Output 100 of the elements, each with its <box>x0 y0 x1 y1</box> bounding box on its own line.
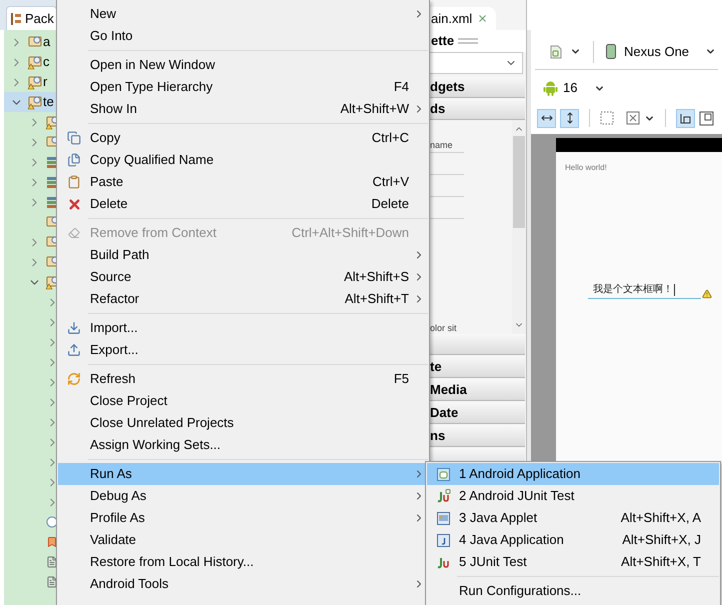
project-warning-icon <box>28 74 42 90</box>
tree-item[interactable]: r <box>4 72 56 92</box>
menu-item[interactable]: Build Path <box>58 244 428 266</box>
close-icon[interactable] <box>477 13 488 24</box>
menu-item[interactable]: Paste Ctrl+V <box>58 171 428 193</box>
import-icon <box>67 321 81 335</box>
refresh-icon <box>67 372 81 386</box>
menu-item[interactable]: Android Tools <box>58 573 428 595</box>
menu-item[interactable]: 5 JUnit Test Alt+Shift+X, T <box>427 551 719 573</box>
menu-item[interactable]: Source Alt+Shift+S <box>58 266 428 288</box>
delete-icon <box>66 196 82 212</box>
shortcut-label: Delete <box>371 195 409 214</box>
menu-item[interactable]: Delete Delete <box>58 193 428 215</box>
fit-height-button[interactable] <box>560 108 579 128</box>
explorer-tab[interactable]: Pack <box>6 6 57 30</box>
palette-section[interactable]: ds <box>430 99 525 120</box>
stack-icon <box>46 176 56 188</box>
shortcut-label: Alt+Shift+W <box>340 100 409 118</box>
eraser-icon <box>68 227 80 239</box>
shortcut-label: Alt+Shift+T <box>344 290 409 308</box>
menu-item[interactable]: Copy Qualified Name <box>58 149 428 171</box>
project-name: te <box>43 93 54 112</box>
menu-item[interactable]: Open Type Hierarchy F4 <box>58 76 428 98</box>
tree-item[interactable]: a <box>4 32 56 52</box>
document-icon[interactable] <box>550 44 562 58</box>
menu-item[interactable]: Open in New Window <box>58 54 428 76</box>
menu-item[interactable]: Refresh F5 <box>58 368 428 390</box>
menu-item[interactable]: Assign Working Sets... <box>58 434 428 456</box>
paste-icon <box>67 175 81 189</box>
stack-icon <box>46 196 56 208</box>
grip-icon <box>458 38 478 44</box>
layout-button[interactable] <box>676 108 695 128</box>
menu-item[interactable]: Export... <box>58 339 428 361</box>
menu-item[interactable]: New <box>58 3 428 25</box>
tree-item[interactable]: c <box>4 52 56 72</box>
shortcut-label: F5 <box>394 370 409 388</box>
tree-item[interactable]: te <box>4 92 56 112</box>
shortcut-label: Alt+Shift+X, J <box>622 531 702 550</box>
palette-section[interactable]: Media <box>430 379 525 401</box>
menu-item[interactable]: Show In Alt+Shift+W <box>58 98 428 120</box>
copy-icon <box>67 153 81 167</box>
app-window-icon <box>436 468 450 480</box>
palette-section[interactable]: Date <box>430 402 525 424</box>
palette-section[interactable]: dgets <box>430 77 525 98</box>
shortcut-label: Alt+Shift+X, T <box>621 553 702 572</box>
file-icon <box>46 576 56 588</box>
project-name: c <box>43 53 50 72</box>
test-icon <box>436 555 450 569</box>
editor-tab[interactable]: ain.xml <box>430 7 496 30</box>
project-name: r <box>43 73 48 92</box>
menu-item[interactable]: Validate <box>58 529 428 551</box>
project-warning-icon <box>28 94 42 110</box>
menu-item[interactable]: Go Into <box>58 25 428 47</box>
warning-icon <box>702 289 712 299</box>
menu-item[interactable]: 2 Android JUnit Test <box>427 485 719 507</box>
menu-item[interactable]: Copy Ctrl+C <box>58 127 428 149</box>
project-name: a <box>43 33 50 52</box>
dotted-square-icon[interactable] <box>600 111 614 125</box>
menu-item[interactable]: 4 Java Application Alt+Shift+X, J <box>427 529 719 551</box>
filter-field[interactable] <box>430 52 523 74</box>
shortcut-label: Ctrl+V <box>372 173 409 192</box>
shortcut-label: F4 <box>394 78 409 96</box>
menu-item[interactable]: Import... <box>58 317 428 339</box>
robot-icon <box>543 80 558 96</box>
applet-icon <box>436 512 450 524</box>
menu-item[interactable]: Refactor Alt+Shift+T <box>58 288 428 310</box>
shortcut-label: Ctrl+C <box>372 129 409 148</box>
menu-item[interactable]: Debug As <box>58 485 428 507</box>
export-icon <box>67 343 81 357</box>
text-field[interactable]: 我是个文本框啊！ <box>588 282 701 299</box>
menu-item[interactable]: 3 Java Applet Alt+Shift+X, A <box>427 507 719 529</box>
menu-item[interactable]: Close Project <box>58 390 428 412</box>
menu-item[interactable]: Run Configurations... <box>427 580 719 602</box>
palette-section[interactable] <box>430 334 525 355</box>
shortcut-label: Alt+Shift+S <box>344 268 409 286</box>
palette-section[interactable]: ns <box>430 425 525 447</box>
bookmark-icon <box>46 536 56 548</box>
shortcut-label: Alt+Shift+X, A <box>620 509 702 528</box>
palette-section[interactable]: te <box>430 356 525 378</box>
project-warning-icon <box>28 54 42 70</box>
stack-icon <box>46 156 56 168</box>
expand-square-icon[interactable] <box>626 111 640 125</box>
menu-item[interactable]: Run As <box>58 463 428 485</box>
app-window-icon <box>436 534 450 546</box>
fit-width-button[interactable] <box>537 108 556 128</box>
hierarchy-icon <box>10 12 22 26</box>
api-level-dropdown[interactable]: 16 <box>563 78 578 98</box>
scrollbar[interactable] <box>512 120 526 334</box>
device-dropdown[interactable]: Nexus One <box>624 42 690 62</box>
menu-item[interactable]: Profile As <box>58 507 428 529</box>
layout-icon[interactable] <box>699 110 714 126</box>
shortcut-label: Ctrl+Alt+Shift+Down <box>292 224 409 242</box>
project-icon <box>28 34 42 50</box>
menu-item[interactable]: Close Unrelated Projects <box>58 412 428 434</box>
test-icon <box>436 489 450 503</box>
phone-icon <box>606 44 616 59</box>
menu-item[interactable]: 1 Android Application <box>427 463 719 485</box>
copy-icon <box>67 131 81 145</box>
widget-label: olor sit <box>430 322 458 334</box>
menu-item[interactable]: Restore from Local History... <box>58 551 428 573</box>
